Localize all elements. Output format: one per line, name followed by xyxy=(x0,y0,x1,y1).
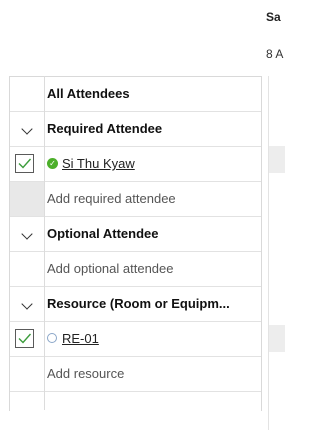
busy-band-required xyxy=(269,146,285,173)
checkmark-icon xyxy=(18,333,32,344)
resource-name-link[interactable]: RE-01 xyxy=(62,322,99,356)
grid-column-divider xyxy=(44,76,45,410)
schedule-date-header: Sa xyxy=(266,10,281,24)
add-required-row[interactable]: Add required attendee xyxy=(10,182,261,217)
accepted-status-icon: ✓ xyxy=(47,158,58,169)
resource-status-icon xyxy=(47,333,57,343)
chevron-down-icon[interactable] xyxy=(21,298,33,310)
chevron-down-icon[interactable] xyxy=(21,123,33,135)
add-resource-input[interactable]: Add resource xyxy=(47,357,124,391)
schedule-divider xyxy=(268,76,269,430)
optional-section-row[interactable]: Optional Attendee xyxy=(10,217,261,252)
optional-section-label: Optional Attendee xyxy=(47,226,159,241)
add-required-attendee-input[interactable]: Add required attendee xyxy=(47,182,176,216)
resource-section-label: Resource (Room or Equipm... xyxy=(47,296,230,311)
add-optional-row[interactable]: Add optional attendee xyxy=(10,252,261,287)
empty-row xyxy=(10,392,261,427)
attendee-checkbox[interactable] xyxy=(15,154,34,173)
attendee-grid: All Attendees Required Attendee ✓ Si Thu… xyxy=(9,76,262,411)
busy-band-resource xyxy=(269,325,285,352)
resource-section-row[interactable]: Resource (Room or Equipm... xyxy=(10,287,261,322)
resource-row[interactable]: RE-01 xyxy=(10,322,261,357)
checkmark-icon xyxy=(18,158,32,169)
resource-checkbox[interactable] xyxy=(15,329,34,348)
attendee-row[interactable]: ✓ Si Thu Kyaw xyxy=(10,147,261,182)
attendee-name-link[interactable]: Si Thu Kyaw xyxy=(62,147,135,181)
grid-header-row: All Attendees xyxy=(10,77,261,112)
add-resource-row[interactable]: Add resource xyxy=(10,357,261,392)
all-attendees-header: All Attendees xyxy=(47,86,130,101)
row-selector-cell xyxy=(10,182,45,216)
schedule-time-header: 8 A xyxy=(266,47,284,61)
chevron-down-icon[interactable] xyxy=(21,228,33,240)
required-section-row[interactable]: Required Attendee xyxy=(10,112,261,147)
required-section-label: Required Attendee xyxy=(47,121,163,136)
add-optional-attendee-input[interactable]: Add optional attendee xyxy=(47,252,174,286)
